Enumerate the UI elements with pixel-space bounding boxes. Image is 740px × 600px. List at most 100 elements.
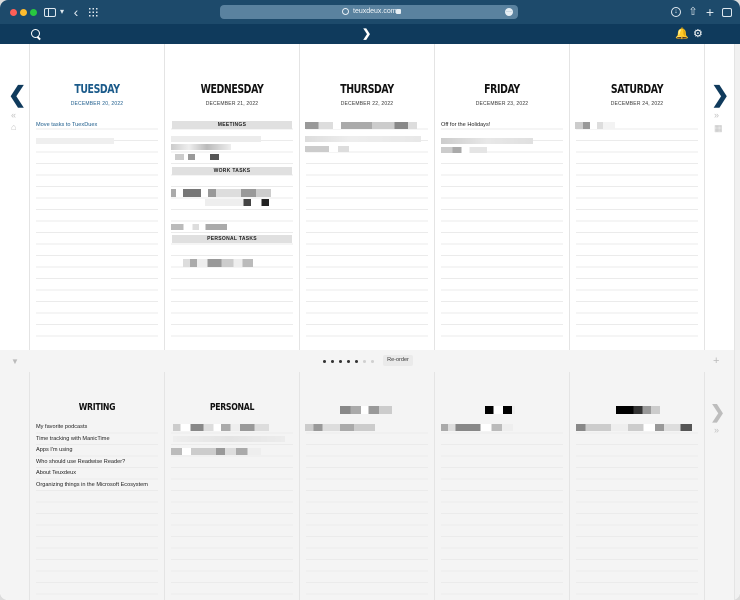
list-item[interactable]: Who should use Readwise Reader? [36,459,125,465]
day-name: SATURDAY [610,82,664,96]
browser-window: ▾ ‹ teuxdeux.com ··· ↓ ⇧ + ❯ 🔔 ⚙ ❮ ❯ « ⌂… [0,0,740,600]
redacted-list-title[interactable] [340,406,392,414]
redacted-task[interactable] [205,199,269,206]
list-lines[interactable] [576,422,698,598]
task-item[interactable]: Move tasks to TuexDuex [36,122,97,128]
next-days-arrow-icon[interactable]: ❯ [711,84,729,106]
list-item[interactable]: Time tracking with ManicTime [36,436,110,442]
redacted-task[interactable] [441,138,533,144]
list-column-5 [570,372,704,600]
task-item[interactable]: Off for the Holidays! [441,122,490,128]
redacted-task[interactable] [171,224,227,230]
list-title[interactable]: WRITING [45,402,150,413]
more-icon[interactable]: ··· [505,8,513,16]
address-bar[interactable]: teuxdeux.com ··· [220,5,518,19]
previous-days-arrow-icon[interactable]: ❮ [8,84,26,106]
grid-icon[interactable] [88,7,99,17]
scrollbar[interactable] [734,44,740,600]
home-icon[interactable]: ⌂ [11,122,16,132]
next-icon[interactable]: ❯ [362,27,371,41]
day-column-thursday: THURSDAY DECEMBER 22, 2022 [300,44,434,350]
filter-icon[interactable]: ▼ [11,357,19,366]
minimize-window-button[interactable] [20,9,27,16]
jump-lists-forward-icon[interactable]: » [714,425,719,435]
redacted-task[interactable] [36,138,114,144]
list-column-writing: WRITING My favorite podcasts Time tracki… [30,372,164,600]
redacted-list-item[interactable] [576,424,692,431]
url-text: teuxdeux.com [353,8,397,15]
redacted-task[interactable] [575,122,615,129]
page-dot[interactable] [363,360,366,363]
calendar-area: ❮ ❯ « ⌂ » ▦ TUESDAY DECEMBER 20, 2022 Mo… [0,44,740,600]
column-divider [704,372,705,600]
day-column-tuesday: TUESDAY DECEMBER 20, 2022 Move tasks to … [30,44,164,350]
list-item[interactable]: About Teuxdeux [36,470,76,476]
app-header: ❯ 🔔 ⚙ [0,24,740,44]
new-tab-icon[interactable]: + [705,5,715,19]
redacted-list-item[interactable] [173,424,269,431]
task-lines[interactable] [171,118,293,346]
day-name: WEDNESDAY [200,82,264,96]
share-icon[interactable]: ⇧ [688,5,698,19]
list-item[interactable]: My favorite podcasts [36,424,87,430]
page-dot[interactable] [331,360,334,363]
close-window-button[interactable] [10,9,17,16]
sidebar-icon[interactable] [44,8,56,17]
redacted-list-title[interactable] [616,406,660,414]
search-icon[interactable] [31,29,40,38]
page-dot[interactable] [355,360,358,363]
reorder-button[interactable]: Re-order [383,355,413,366]
list-lines[interactable] [441,422,563,598]
tabs-icon[interactable] [722,8,732,17]
calendar-icon[interactable]: ▦ [714,123,723,133]
page-dot[interactable] [371,360,374,363]
add-list-icon[interactable]: + [713,355,719,367]
redacted-task[interactable] [171,136,261,142]
redacted-task[interactable] [171,144,231,150]
day-name: TUESDAY [74,82,120,96]
gear-icon[interactable]: ⚙ [693,27,703,41]
list-item[interactable]: Apps I'm using [36,447,73,453]
redacted-list-item[interactable] [173,436,285,442]
list-pager-bar: ▼ Re-order + [0,350,734,372]
next-lists-arrow-icon[interactable]: ❯ [710,401,725,423]
section-header-personal-tasks[interactable]: PERSONAL TASKS [172,235,292,243]
page-dot[interactable] [347,360,350,363]
day-name: FRIDAY [484,82,520,96]
jump-back-icon[interactable]: « [11,110,16,120]
download-icon[interactable]: ↓ [671,7,681,17]
list-title[interactable]: PERSONAL [180,402,285,413]
browser-toolbar: ▾ ‹ teuxdeux.com ··· ↓ ⇧ + [0,0,740,24]
list-item[interactable]: Organizing things in the Microsoft Ecosy… [36,482,148,488]
redacted-task[interactable] [305,122,417,129]
redacted-task[interactable] [171,189,271,197]
redacted-task[interactable] [175,154,219,160]
page-dot[interactable] [339,360,342,363]
redacted-task[interactable] [305,146,349,152]
bell-icon[interactable]: 🔔 [675,27,689,41]
day-name: THURSDAY [340,82,394,96]
chevron-down-icon[interactable]: ▾ [58,5,66,19]
list-column-4 [435,372,569,600]
page-dot[interactable] [323,360,326,363]
list-column-personal: PERSONAL [165,372,299,600]
task-lines[interactable] [576,118,698,346]
task-lines[interactable] [306,118,428,346]
back-icon[interactable]: ‹ [72,5,80,19]
task-lines[interactable] [36,118,158,346]
jump-forward-icon[interactable]: » [714,110,719,120]
redacted-list-item[interactable] [171,448,261,455]
day-date: DECEMBER 24, 2022 [610,101,664,107]
redacted-task[interactable] [441,147,487,153]
redacted-list-title[interactable] [485,406,515,414]
redacted-task[interactable] [183,259,253,267]
list-column-3 [300,372,434,600]
day-date: DECEMBER 21, 2022 [205,101,259,107]
zoom-window-button[interactable] [30,9,37,16]
redacted-list-item[interactable] [305,424,375,431]
list-lines[interactable] [306,422,428,598]
section-header-meetings[interactable]: MEETINGS [172,121,292,129]
redacted-list-item[interactable] [441,424,513,431]
section-header-work-tasks[interactable]: WORK TASKS [172,167,292,175]
redacted-task[interactable] [305,136,421,142]
